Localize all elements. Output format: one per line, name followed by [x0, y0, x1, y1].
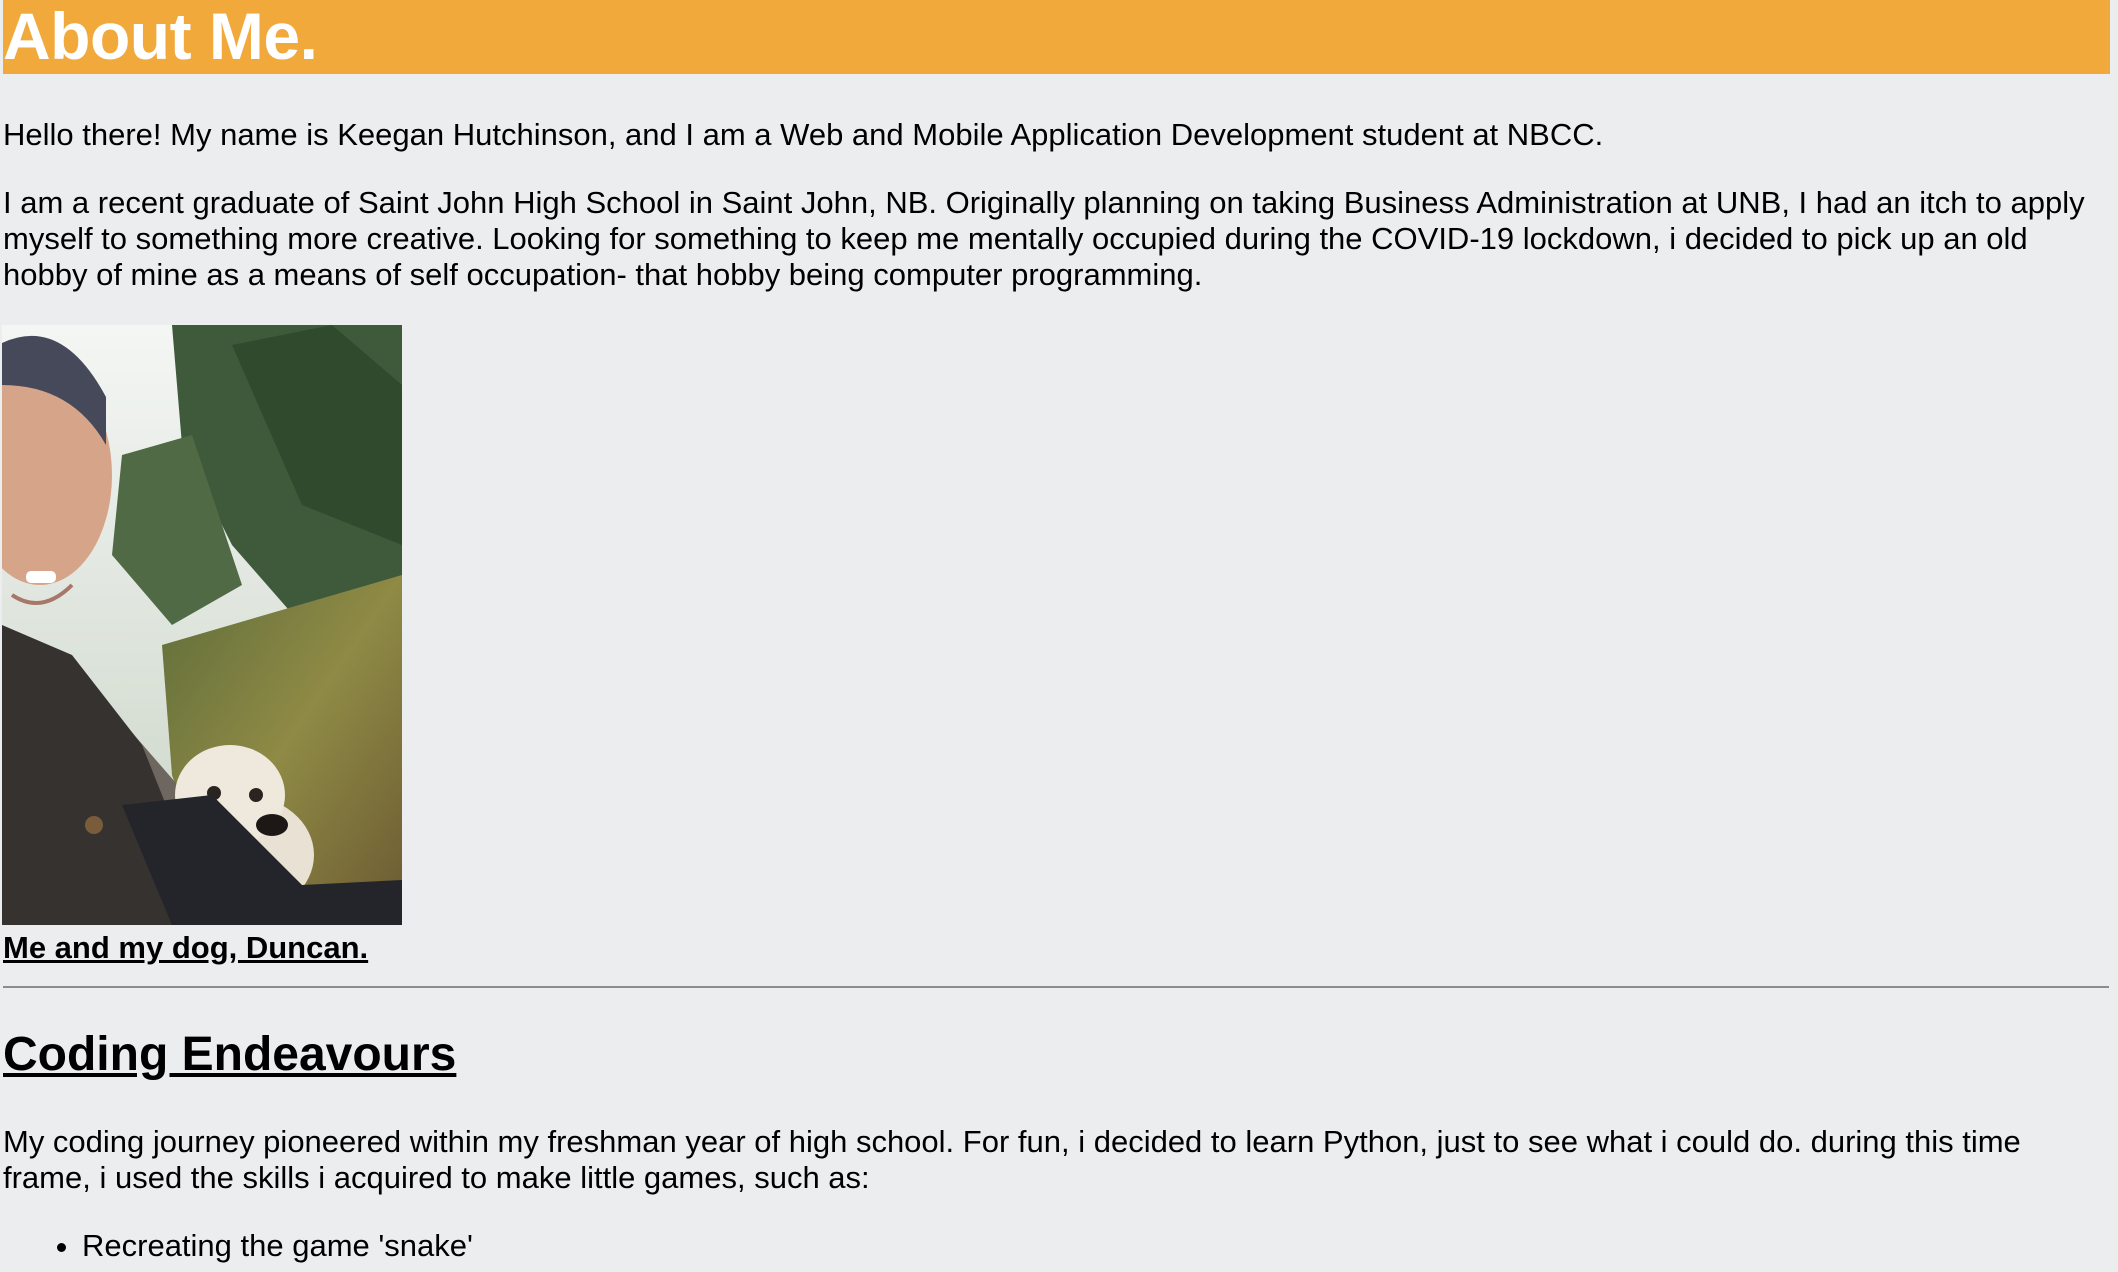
page-title: About Me. — [3, 0, 318, 73]
list-item: Recreating the game 'snake' — [82, 1228, 473, 1264]
coding-heading: Coding Endeavours — [3, 1028, 457, 1081]
profile-photo — [2, 325, 402, 925]
photo-caption: Me and my dog, Duncan. — [3, 930, 369, 965]
section-divider — [3, 986, 2109, 988]
bio-paragraph: I am a recent graduate of Saint John Hig… — [3, 185, 2085, 292]
coding-paragraph: My coding journey pioneered within my fr… — [3, 1124, 2021, 1195]
page: About Me. Hello there! My name is Keegan… — [0, 0, 2110, 1272]
intro-paragraph: Hello there! My name is Keegan Hutchinso… — [3, 117, 1604, 152]
games-list: Recreating the game 'snake' — [0, 1228, 473, 1264]
header-banner: About Me. — [3, 0, 2110, 74]
